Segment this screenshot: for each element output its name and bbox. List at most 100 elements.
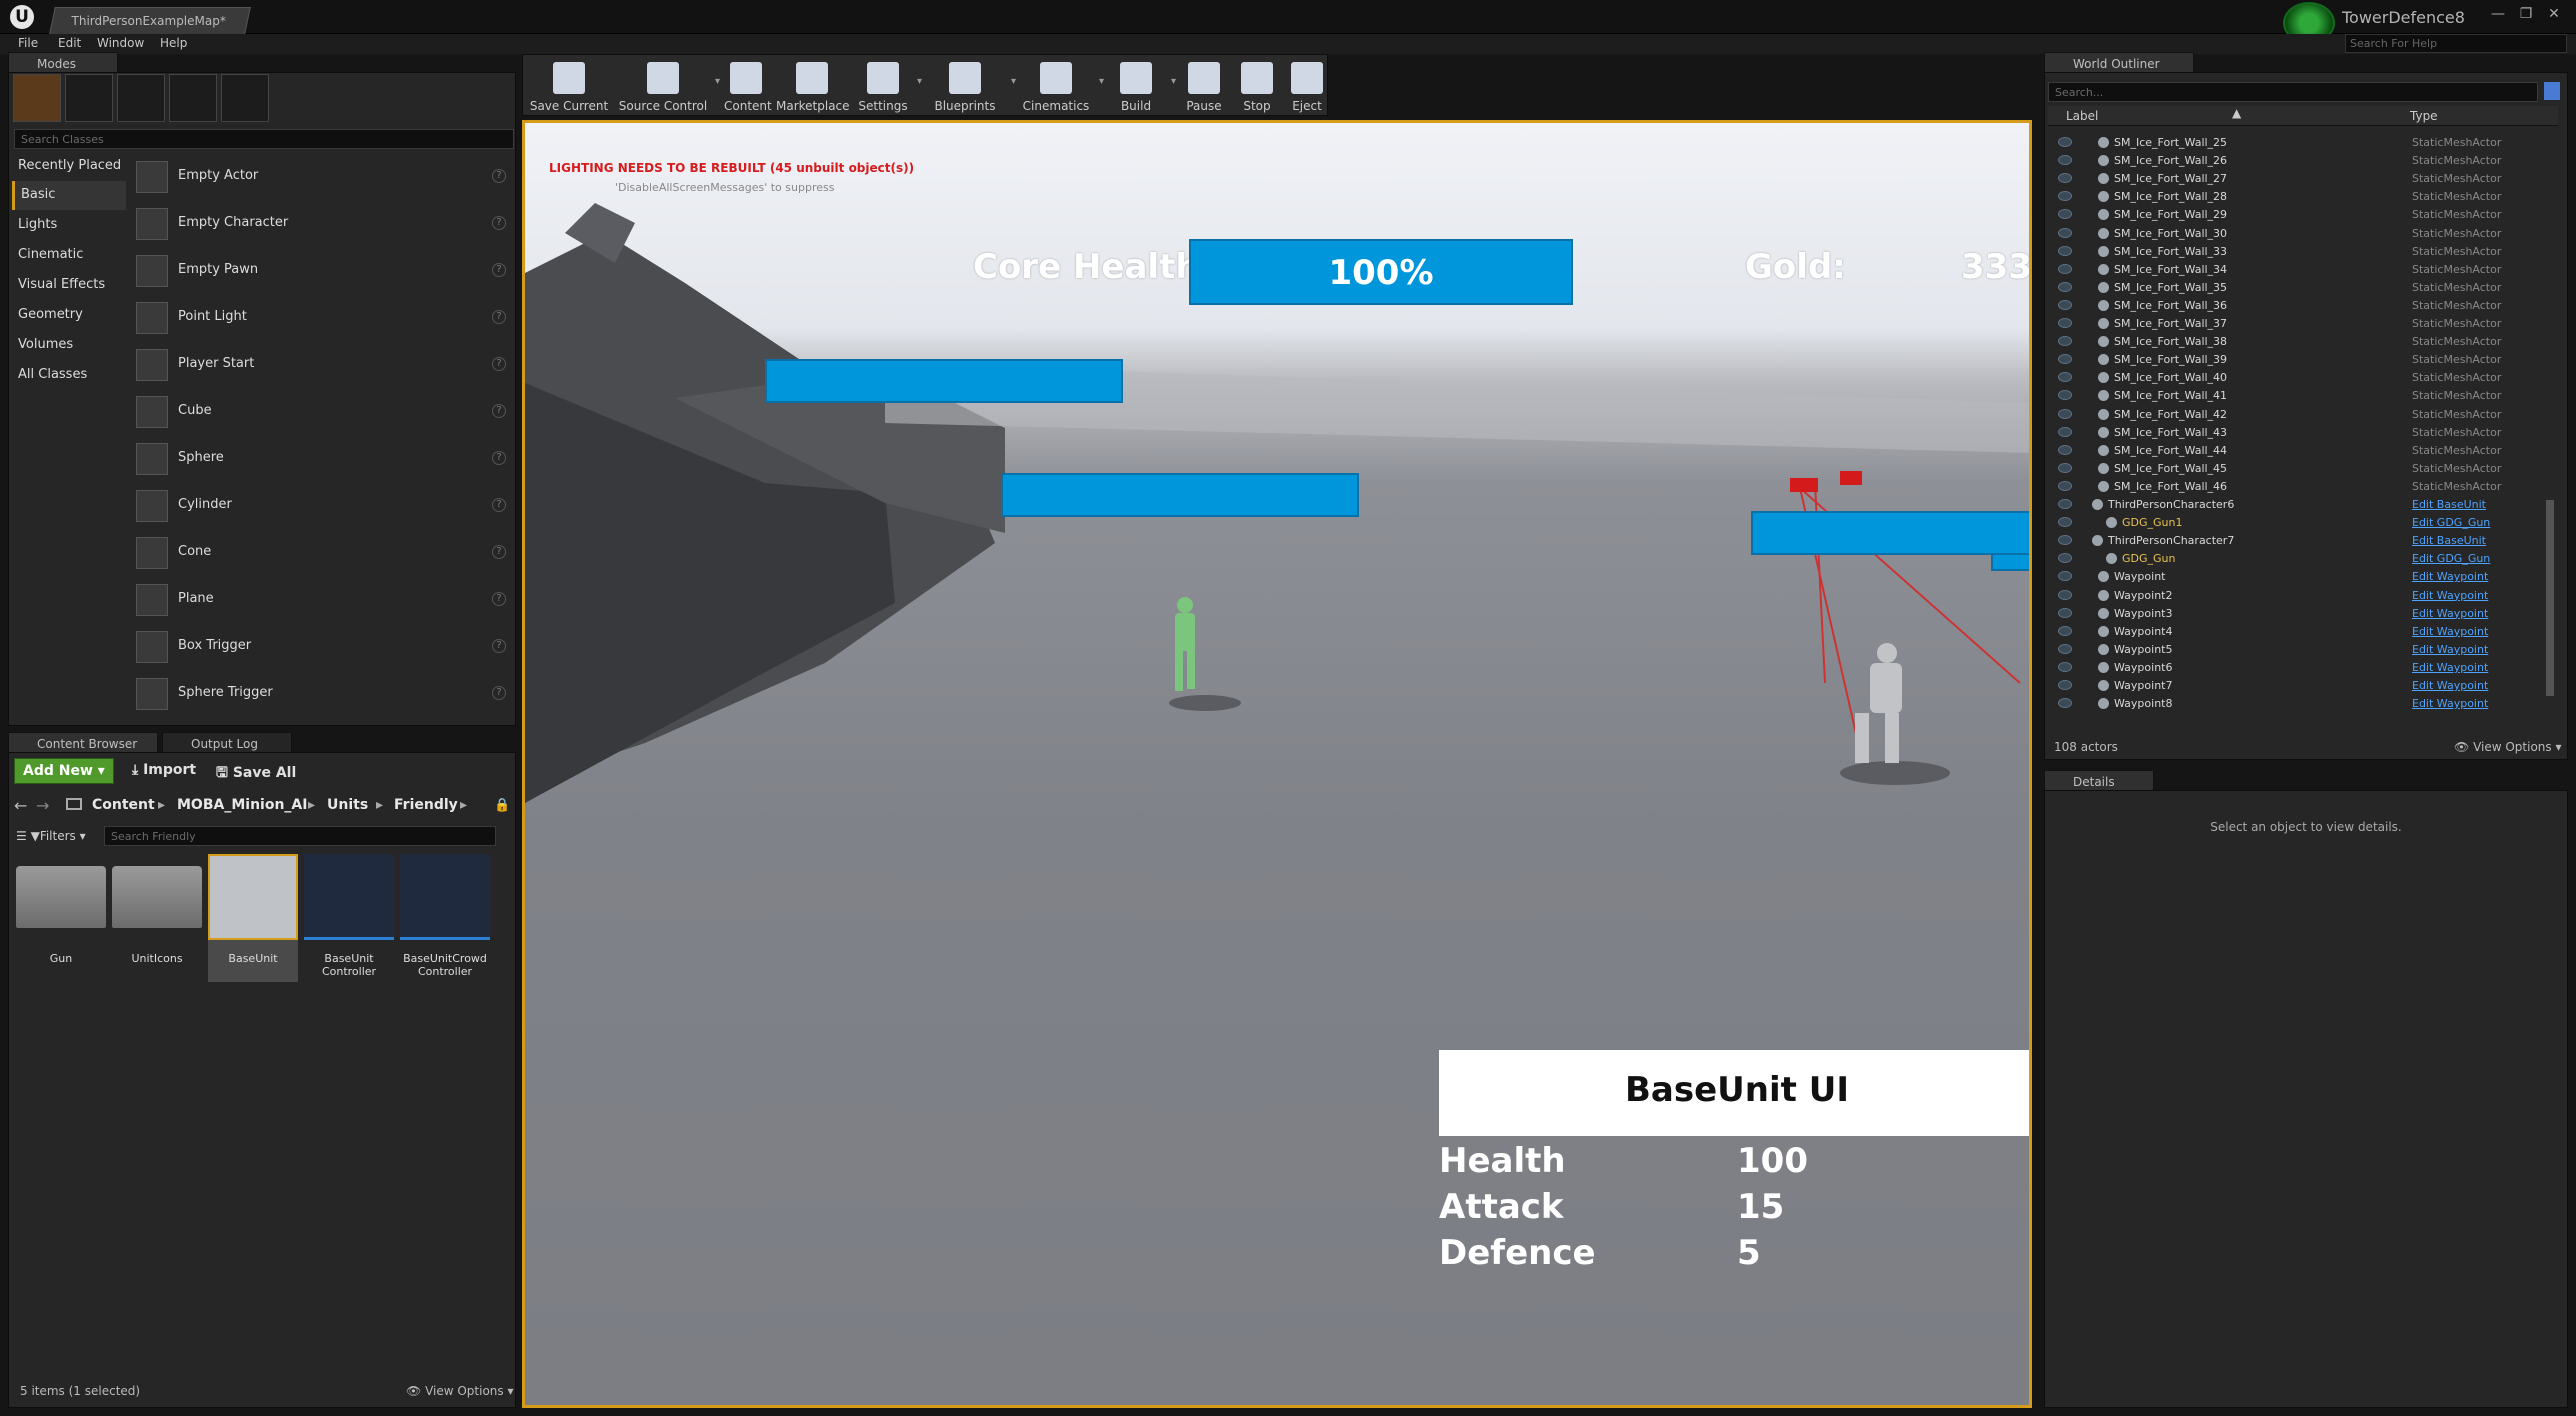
category-lights[interactable]: Lights [12,211,126,240]
category-visual-effects[interactable]: Visual Effects [12,271,126,300]
visibility-eye-icon[interactable] [2058,155,2072,166]
save-all-button[interactable]: 🖫 Save All [216,762,296,786]
outliner-row[interactable]: SM_Ice_Fort_Wall_36 StaticMeshActor [2048,297,2558,315]
place-item-empty-pawn[interactable]: Empty Pawn? [130,249,512,295]
outliner-row-type[interactable]: Edit Waypoint [2412,607,2488,620]
visibility-eye-icon[interactable] [2058,444,2072,455]
outliner-row[interactable]: GDG_Gun1 Edit GDG_Gun [2048,514,2558,532]
eject-button[interactable]: Eject [1286,56,1328,118]
place-item-cone[interactable]: Cone? [130,531,512,577]
visibility-eye-icon[interactable] [2058,390,2072,401]
outliner-row[interactable]: SM_Ice_Fort_Wall_43 StaticMeshActor [2048,424,2558,442]
visibility-eye-icon[interactable] [2058,426,2072,437]
help-icon[interactable]: ? [492,686,506,700]
visibility-eye-icon[interactable] [2058,318,2072,328]
breadcrumb-moba[interactable]: MOBA_Minion_AI [177,797,307,813]
asset-tile[interactable]: Gun [16,854,106,982]
search-friendly-input[interactable]: Search Friendly [104,826,496,846]
tab-content-browser[interactable]: Content Browser [8,732,158,754]
outliner-row[interactable]: Waypoint2 Edit Waypoint [2048,587,2558,605]
folder-icon[interactable] [66,798,82,810]
view-options-button[interactable]: 👁 View Options ▾ [406,1384,514,1398]
visibility-eye-icon[interactable] [2058,137,2072,147]
visibility-eye-icon[interactable] [2058,354,2072,365]
asset-tile[interactable]: BaseUnit Controller [304,854,394,982]
import-button[interactable]: ⤓ Import [132,762,196,778]
breadcrumb-friendly[interactable]: Friendly [394,797,458,813]
outliner-scrollbar[interactable] [2546,500,2554,696]
stop-button[interactable]: Stop [1236,56,1278,118]
outliner-view-options-button[interactable]: 👁 View Options ▾ [2454,740,2562,754]
visibility-eye-icon[interactable] [2058,245,2072,256]
outliner-row-type[interactable]: Edit BaseUnit [2412,534,2486,547]
visibility-eye-icon[interactable] [2058,173,2072,184]
help-icon[interactable]: ? [492,310,506,324]
outliner-row[interactable]: GDG_Gun Edit GDG_Gun [2048,550,2558,568]
level-viewport[interactable]: LIGHTING NEEDS TO BE REBUILT (45 unbuilt… [522,120,2032,1408]
place-item-plane[interactable]: Plane? [130,578,512,624]
visibility-eye-icon[interactable] [2058,625,2072,636]
dropdown-arrow-icon[interactable]: ▾ [1011,76,1016,87]
help-icon[interactable]: ? [492,545,506,559]
help-icon[interactable]: ? [492,263,506,277]
minimize-button[interactable]: — [2488,6,2508,22]
forward-arrow-icon[interactable]: → [36,796,49,815]
outliner-row[interactable]: SM_Ice_Fort_Wall_29 StaticMeshActor [2048,206,2558,224]
build-button[interactable]: Build ▾ [1108,56,1176,118]
outliner-add-icon[interactable] [2544,82,2560,100]
category-volumes[interactable]: Volumes [12,331,126,360]
outliner-row[interactable]: SM_Ice_Fort_Wall_33 StaticMeshActor [2048,243,2558,261]
dropdown-arrow-icon[interactable]: ▾ [1171,76,1176,87]
visibility-eye-icon[interactable] [2058,209,2072,220]
column-type[interactable]: Type [2410,109,2438,123]
visibility-eye-icon[interactable] [2058,227,2072,238]
column-label[interactable]: Label [2066,109,2098,123]
filters-button[interactable]: ☰ ▼Filters ▾ [16,829,86,843]
help-icon[interactable]: ? [492,451,506,465]
category-basic[interactable]: Basic [12,181,126,210]
outliner-row[interactable]: SM_Ice_Fort_Wall_27 StaticMeshActor [2048,170,2558,188]
back-arrow-icon[interactable]: ← [14,796,27,815]
close-button[interactable]: ✕ [2544,6,2564,22]
outliner-row[interactable]: Waypoint Edit Waypoint [2048,568,2558,586]
visibility-eye-icon[interactable] [2058,299,2072,310]
place-mode-icon[interactable] [13,74,61,122]
outliner-row[interactable]: ThirdPersonCharacter7 Edit BaseUnit [2048,532,2558,550]
pause-button[interactable]: Pause [1180,56,1228,118]
help-icon[interactable]: ? [492,357,506,371]
visibility-eye-icon[interactable] [2058,535,2072,546]
outliner-row-type[interactable]: Edit Waypoint [2412,570,2488,583]
place-item-cylinder[interactable]: Cylinder? [130,484,512,530]
place-item-cube[interactable]: Cube? [130,390,512,436]
outliner-row-type[interactable]: Edit Waypoint [2412,625,2488,638]
visibility-eye-icon[interactable] [2058,661,2072,672]
visibility-eye-icon[interactable] [2058,607,2072,618]
visibility-eye-icon[interactable] [2058,499,2072,509]
outliner-row[interactable]: Waypoint6 Edit Waypoint [2048,659,2558,677]
visibility-eye-icon[interactable] [2058,571,2072,582]
outliner-row[interactable]: SM_Ice_Fort_Wall_40 StaticMeshActor [2048,369,2558,387]
visibility-eye-icon[interactable] [2058,372,2072,383]
visibility-eye-icon[interactable] [2058,480,2072,491]
outliner-row-type[interactable]: Edit BaseUnit [2412,498,2486,511]
add-new-button[interactable]: Add New ▾ [14,758,114,784]
outliner-row[interactable]: Waypoint8 Edit Waypoint [2048,695,2558,713]
place-item-empty-character[interactable]: Empty Character? [130,202,512,248]
outliner-row[interactable]: SM_Ice_Fort_Wall_34 StaticMeshActor [2048,261,2558,279]
outliner-row[interactable]: SM_Ice_Fort_Wall_37 StaticMeshActor [2048,315,2558,333]
tab-modes[interactable]: Modes [8,52,118,74]
visibility-eye-icon[interactable] [2058,589,2072,600]
outliner-row[interactable]: SM_Ice_Fort_Wall_42 StaticMeshActor [2048,406,2558,424]
outliner-row-type[interactable]: Edit Waypoint [2412,589,2488,602]
outliner-row[interactable]: SM_Ice_Fort_Wall_44 StaticMeshActor [2048,442,2558,460]
visibility-eye-icon[interactable] [2058,643,2072,654]
outliner-search-input[interactable]: Search... [2048,82,2538,102]
outliner-row[interactable]: SM_Ice_Fort_Wall_38 StaticMeshActor [2048,333,2558,351]
visibility-eye-icon[interactable] [2058,336,2072,347]
outliner-row-type[interactable]: Edit Waypoint [2412,697,2488,710]
menu-window[interactable]: Window [97,36,144,50]
help-icon[interactable]: ? [492,404,506,418]
outliner-row[interactable]: ThirdPersonCharacter6 Edit BaseUnit [2048,496,2558,514]
help-search-input[interactable]: Search For Help [2345,34,2567,53]
tab-details[interactable]: Details [2044,770,2154,792]
